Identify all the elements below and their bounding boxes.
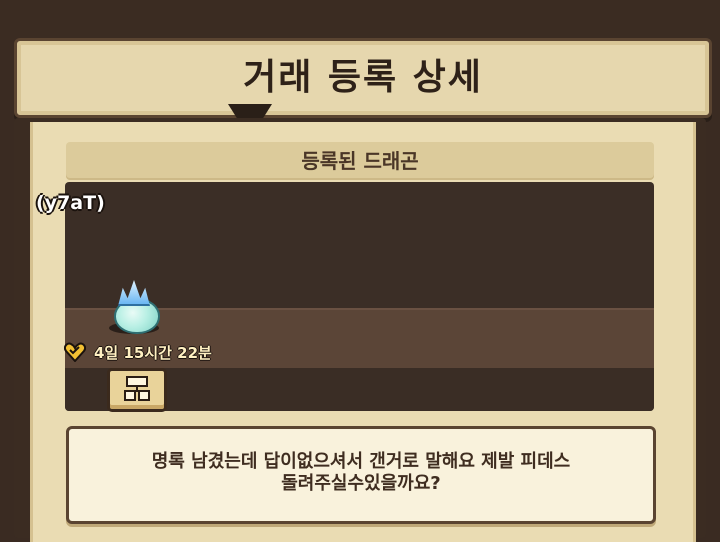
page-title: 거래 등록 상세 — [243, 57, 483, 98]
section-title: 등록된 드래곤 — [301, 149, 419, 173]
tree-chart-button[interactable] — [107, 368, 167, 412]
tree-chart-icon — [124, 376, 150, 401]
title-banner: 거래 등록 상세 — [14, 38, 712, 118]
message-line-2: 돌려주실수있을까요? — [281, 473, 441, 494]
section-header: 등록된 드래곤 — [66, 142, 654, 180]
timer-row: 4일 15시간 22분 — [63, 340, 212, 364]
top-background — [0, 0, 720, 40]
owner-name: (y7aT) — [36, 192, 105, 214]
message-box: 명록 남겼는데 답이없으셔서 갠거로 말해요 제발 피데스 돌려주실수있을까요? — [66, 426, 656, 524]
timer-text: 4일 15시간 22분 — [94, 343, 212, 362]
message-text: 명록 남겼는데 답이없으셔서 갠거로 말해요 제발 피데스 돌려주실수있을까요? — [69, 451, 653, 495]
message-line-1: 명록 남겼는데 답이없으셔서 갠거로 말해요 제발 피데스 — [151, 451, 571, 472]
heart-icon — [63, 342, 87, 363]
